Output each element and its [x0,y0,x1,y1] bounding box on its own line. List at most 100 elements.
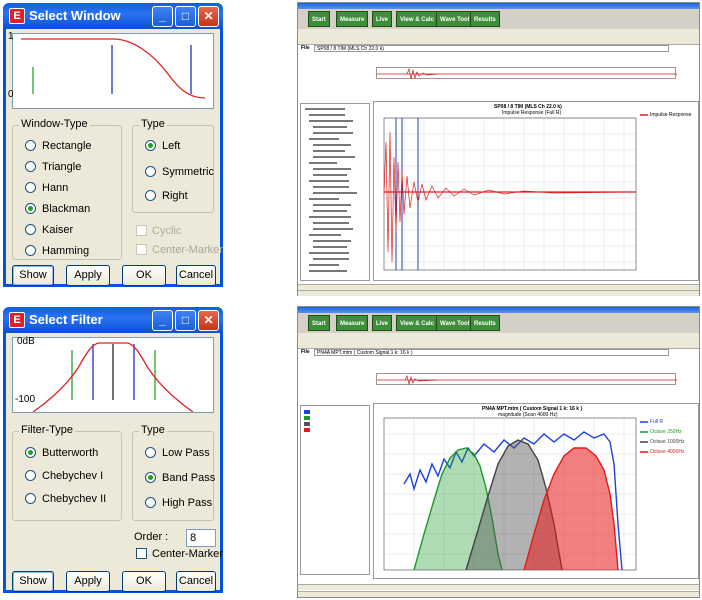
filter-type-group: Filter-Type Butterworth Chebychev I Cheb… [12,424,122,521]
maximize-button[interactable]: □ [175,310,196,331]
checkbox-box [136,548,147,559]
radio-indicator [145,166,156,177]
icon-toolbar[interactable] [298,36,699,45]
minimize-button[interactable]: _ [152,6,173,27]
impulse-response-graph [383,114,648,271]
radio-indicator [25,161,36,172]
overview-waveform-graph [377,67,677,80]
menu-bar[interactable] [298,29,699,36]
series-swatch-4000 [304,428,310,432]
menu-bar[interactable] [298,333,699,340]
toolbar-view-calc-button[interactable]: View & Calc [396,11,438,27]
radio-low-pass[interactable]: Low Pass [145,447,210,459]
show-button[interactable]: Show [12,265,54,286]
filter-preview-plot: 0dB -100 [12,336,214,413]
app-logo-icon: E [9,8,25,24]
toolbar-start-button[interactable]: Start [308,315,330,331]
file-label: File [301,45,310,51]
window-dialog-title: Select Window [29,8,121,23]
file-name-field[interactable]: PN4A MPT.mtm ( Custom Signal 1 k: 16 k ) [314,349,669,356]
impulse-response-app-window: Start Measure Live View & Calc Wave Tool… [297,2,700,296]
radio-hamming[interactable]: Hamming [25,245,89,257]
toolbar-wave-tool-button[interactable]: Wave Tool [436,11,474,27]
ok-button[interactable]: OK [122,265,166,286]
plot-top-label: 0dB [17,336,35,347]
radio-left[interactable]: Left [145,140,180,152]
apply-button[interactable]: Apply [66,265,110,286]
series-list[interactable] [300,405,370,575]
impulse-response-chart[interactable]: SP08 / 8 TIM (MLS Ch 22.0 k) Impulse Res… [373,101,699,281]
radio-symmetric[interactable]: Symmetric [145,166,214,178]
radio-chebychev-2[interactable]: Chebychev II [25,493,106,505]
filter-dialog-titlebar[interactable]: E Select Filter _ □ ✕ [3,307,223,333]
filter-pass-group: Type Low Pass Band Pass High Pass [132,424,215,521]
select-window-dialog: E Select Window _ □ ✕ 1 0 Window-Type Re… [3,3,223,287]
main-toolbar: Start Measure Live View & Calc Wave Tool… [298,9,699,29]
radio-indicator [25,182,36,193]
order-label: Order : [134,531,169,543]
radio-indicator [25,140,36,151]
radio-butterworth[interactable]: Butterworth [25,447,98,459]
octave-magnitude-chart[interactable]: PN4A MPT.mtm ( Custom Signal 1 k: 16 k )… [373,403,699,579]
overview-waveform-graph [377,374,677,386]
order-input[interactable]: 8 [186,529,216,547]
radio-triangle[interactable]: Triangle [25,161,81,173]
radio-indicator [25,493,36,504]
legend-octave-4000: Octave 4000Hz [650,449,685,455]
toolbar-wave-tool-button[interactable]: Wave Tool [436,315,474,331]
file-name-field[interactable]: SP08 / 8 TIM (MLS Ch 22.0 k) [314,45,669,52]
toolbar-live-button[interactable]: Live [372,11,393,27]
radio-right[interactable]: Right [145,190,188,202]
filter-type-label: Filter-Type [19,424,75,436]
close-button[interactable]: ✕ [198,310,219,331]
nav-tree[interactable] [300,103,370,281]
radio-blackman[interactable]: Blackman [25,203,90,215]
series-swatch-250 [304,416,310,420]
toolbar-view-calc-button[interactable]: View & Calc [396,315,438,331]
toolbar-measure-button[interactable]: Measure [336,315,369,331]
maximize-button[interactable]: □ [175,6,196,27]
type-label: Type [139,118,167,130]
toolbar-measure-button[interactable]: Measure [336,11,369,27]
nav-tree-lines [305,108,357,272]
waveform-overview[interactable] [376,67,677,80]
icon-toolbar[interactable] [298,340,699,349]
window-preview-plot: 1 0 [8,31,214,109]
center-marker-checkbox[interactable]: Center-Marker [136,244,223,256]
octave-filter-app-window: Start Measure Live View & Calc Wave Tool… [297,306,700,598]
radio-hann[interactable]: Hann [25,182,68,194]
plot-bottom-label: -100 [15,394,36,405]
toolbar-live-button[interactable]: Live [372,315,393,331]
toolbar-results-button[interactable]: Results [470,11,500,27]
radio-indicator [145,447,156,458]
waveform-overview[interactable] [376,373,677,386]
radio-chebychev-1[interactable]: Chebychev I [25,470,103,482]
radio-high-pass[interactable]: High Pass [145,497,212,509]
ok-button[interactable]: OK [122,571,166,592]
radio-rectangle[interactable]: Rectangle [25,140,92,152]
window-type-group: Window-Type Rectangle Triangle Hann Blac… [12,118,122,260]
select-filter-dialog: E Select Filter _ □ ✕ 0dB -100 Filter-Ty… [3,307,223,593]
toolbar-results-button[interactable]: Results [470,315,500,331]
show-button[interactable]: Show [12,571,54,592]
status-bar [298,584,699,590]
radio-indicator [145,497,156,508]
cancel-button[interactable]: Cancel [176,571,216,592]
radio-indicator [25,245,36,256]
cancel-button[interactable]: Cancel [176,265,216,286]
toolbar-start-button[interactable]: Start [308,11,330,27]
close-button[interactable]: ✕ [198,6,219,27]
radio-kaiser[interactable]: Kaiser [25,224,73,236]
series-swatch-1000 [304,422,310,426]
apply-button[interactable]: Apply [66,571,110,592]
radio-indicator [25,224,36,235]
radio-indicator-selected [25,447,36,458]
center-marker-checkbox[interactable]: Center-Marker [136,548,223,560]
minimize-button[interactable]: _ [152,310,173,331]
cyclic-checkbox[interactable]: Cyclic [136,225,181,237]
radio-band-pass[interactable]: Band Pass [145,472,215,484]
window-type-label: Window-Type [19,118,90,130]
window-type-side-group: Type Left Symmetric Right [132,118,214,213]
file-label: File [301,349,310,355]
window-dialog-titlebar[interactable]: E Select Window _ □ ✕ [3,3,223,29]
